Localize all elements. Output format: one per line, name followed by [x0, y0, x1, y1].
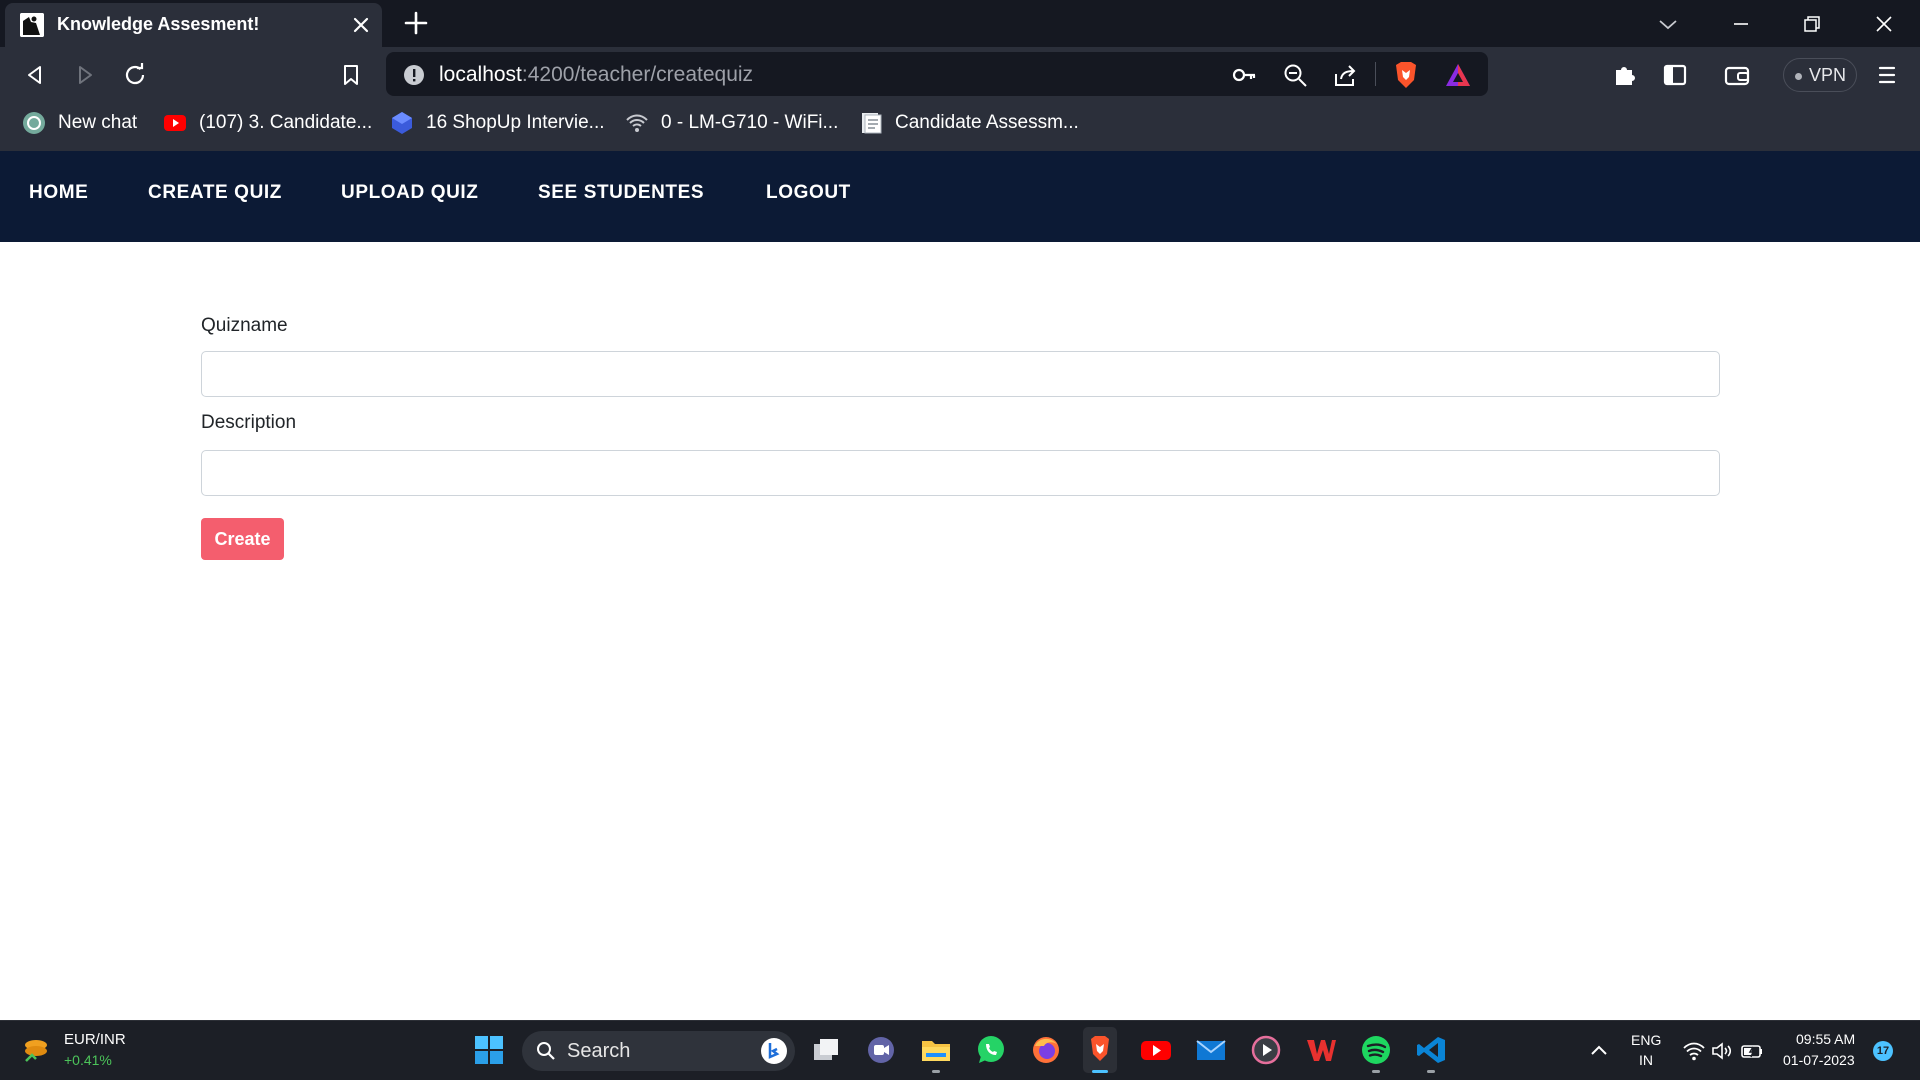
- clock-date: 01-07-2023: [1783, 1052, 1855, 1068]
- vpn-label: VPN: [1809, 65, 1847, 85]
- running-indicator: [932, 1070, 940, 1073]
- bookmark-label: Candidate Assessm...: [895, 112, 1079, 133]
- battery-charging-icon[interactable]: [1740, 1039, 1764, 1063]
- mail-icon[interactable]: [1195, 1034, 1227, 1066]
- back-icon[interactable]: [20, 60, 50, 90]
- tab-search-chevron-icon[interactable]: [1656, 12, 1680, 36]
- bookmark-label: 0 - LM-G710 - WiFi...: [661, 112, 839, 133]
- share-icon[interactable]: [1332, 62, 1358, 88]
- notification-badge[interactable]: 17: [1873, 1041, 1893, 1061]
- task-view-icon[interactable]: [810, 1034, 842, 1066]
- password-key-icon[interactable]: [1231, 62, 1257, 88]
- site-favicon-icon: [20, 13, 44, 37]
- app-navbar: HOME CREATE QUIZ UPLOAD QUIZ SEE STUDENT…: [0, 151, 1920, 242]
- brave-taskbar-icon[interactable]: [1083, 1027, 1117, 1073]
- wifi-icon: [625, 111, 649, 135]
- reload-icon[interactable]: [120, 60, 150, 90]
- description-label: Description: [201, 412, 297, 433]
- bookmark-label: New chat: [58, 112, 138, 133]
- spotify-icon[interactable]: [1360, 1034, 1392, 1066]
- bookmark-label: (107) 3. Candidate...: [199, 112, 373, 133]
- nav-link-create-quiz[interactable]: CREATE QUIZ: [148, 182, 282, 204]
- ticker-widget-icon[interactable]: [22, 1035, 54, 1067]
- minimize-window-icon[interactable]: [1729, 12, 1753, 36]
- forward-icon[interactable]: [70, 60, 100, 90]
- restore-window-icon[interactable]: [1800, 12, 1824, 36]
- brave-rewards-icon[interactable]: [1444, 61, 1472, 89]
- omnibox-divider: [1375, 62, 1376, 86]
- browser-tab-active[interactable]: Knowledge Assesment!: [5, 3, 382, 47]
- bookmark-item[interactable]: New chat: [22, 108, 137, 138]
- new-tab-icon[interactable]: [404, 11, 428, 35]
- media-player-icon[interactable]: [1250, 1034, 1282, 1066]
- cube-icon: [390, 111, 414, 135]
- bookmark-item[interactable]: (107) 3. Candidate...: [163, 108, 372, 138]
- create-button[interactable]: Create: [201, 518, 284, 560]
- ticker-symbol: EUR/INR: [64, 1031, 126, 1048]
- browser-toolbar: localhost:4200/teacher/createquiz VPN Ne…: [0, 47, 1920, 151]
- tab-title: Knowledge Assesment!: [57, 14, 260, 34]
- quizname-label: Quizname: [201, 315, 288, 336]
- bookmark-item[interactable]: Candidate Assessm...: [859, 108, 1079, 138]
- document-icon: [859, 111, 883, 135]
- nav-link-logout[interactable]: LOGOUT: [766, 182, 851, 204]
- bing-icon[interactable]: [760, 1037, 788, 1065]
- description-input[interactable]: [201, 450, 1720, 496]
- vpn-status-dot: [1795, 73, 1802, 80]
- taskbar-search-box[interactable]: Search: [522, 1031, 795, 1071]
- address-bar[interactable]: localhost:4200/teacher/createquiz: [386, 52, 1488, 96]
- sidebar-toggle-icon[interactable]: [1660, 60, 1690, 90]
- file-explorer-icon[interactable]: [920, 1034, 952, 1066]
- whatsapp-icon[interactable]: [975, 1034, 1007, 1066]
- quizname-input[interactable]: [201, 351, 1720, 397]
- bookmark-item[interactable]: 16 ShopUp Intervie...: [390, 108, 605, 138]
- bookmark-item[interactable]: 0 - LM-G710 - WiFi...: [625, 108, 838, 138]
- openai-icon: [22, 111, 46, 135]
- extensions-puzzle-icon[interactable]: [1610, 60, 1640, 90]
- running-indicator: [1427, 1070, 1435, 1073]
- active-app-indicator: [1092, 1070, 1108, 1073]
- volume-icon[interactable]: [1710, 1039, 1734, 1063]
- close-tab-icon[interactable]: [351, 15, 371, 35]
- bookmark-label: 16 ShopUp Intervie...: [426, 112, 605, 133]
- input-language-secondary: IN: [1639, 1052, 1653, 1068]
- clock-time[interactable]: 09:55 AM: [1796, 1031, 1855, 1047]
- menu-hamburger-icon[interactable]: [1872, 60, 1902, 90]
- nav-link-upload-quiz[interactable]: UPLOAD QUIZ: [341, 182, 479, 204]
- search-icon: [536, 1041, 556, 1061]
- running-indicator: [1372, 1070, 1380, 1073]
- firefox-icon[interactable]: [1030, 1034, 1062, 1066]
- zoom-out-icon[interactable]: [1282, 62, 1308, 88]
- wifi-status-icon[interactable]: [1682, 1039, 1706, 1063]
- bookmark-icon[interactable]: [336, 60, 366, 90]
- brave-shields-icon[interactable]: [1392, 60, 1420, 90]
- nav-link-see-students[interactable]: SEE STUDENTES: [538, 182, 704, 204]
- close-window-icon[interactable]: [1872, 12, 1896, 36]
- wps-office-icon[interactable]: [1305, 1034, 1337, 1066]
- nav-link-home[interactable]: HOME: [29, 182, 88, 204]
- windows-taskbar: EUR/INR +0.41% Search ENG IN 09:55 AM 01…: [0, 1020, 1920, 1080]
- wallet-icon[interactable]: [1722, 60, 1752, 90]
- vpn-button[interactable]: VPN: [1783, 58, 1857, 92]
- youtube-taskbar-icon[interactable]: [1140, 1034, 1172, 1066]
- site-info-icon[interactable]: [403, 64, 425, 86]
- browser-tab-strip: Knowledge Assesment!: [0, 0, 1920, 47]
- ticker-change: +0.41%: [64, 1052, 112, 1068]
- input-language-primary[interactable]: ENG: [1631, 1032, 1661, 1048]
- taskbar-search-label: Search: [567, 1040, 631, 1062]
- teams-meet-icon[interactable]: [865, 1034, 897, 1066]
- windows-start-icon[interactable]: [473, 1034, 505, 1066]
- url-text[interactable]: localhost:4200/teacher/createquiz: [439, 63, 753, 87]
- youtube-icon: [163, 111, 187, 135]
- vscode-icon[interactable]: [1415, 1034, 1447, 1066]
- show-hidden-icons-chevron-icon[interactable]: [1587, 1039, 1611, 1063]
